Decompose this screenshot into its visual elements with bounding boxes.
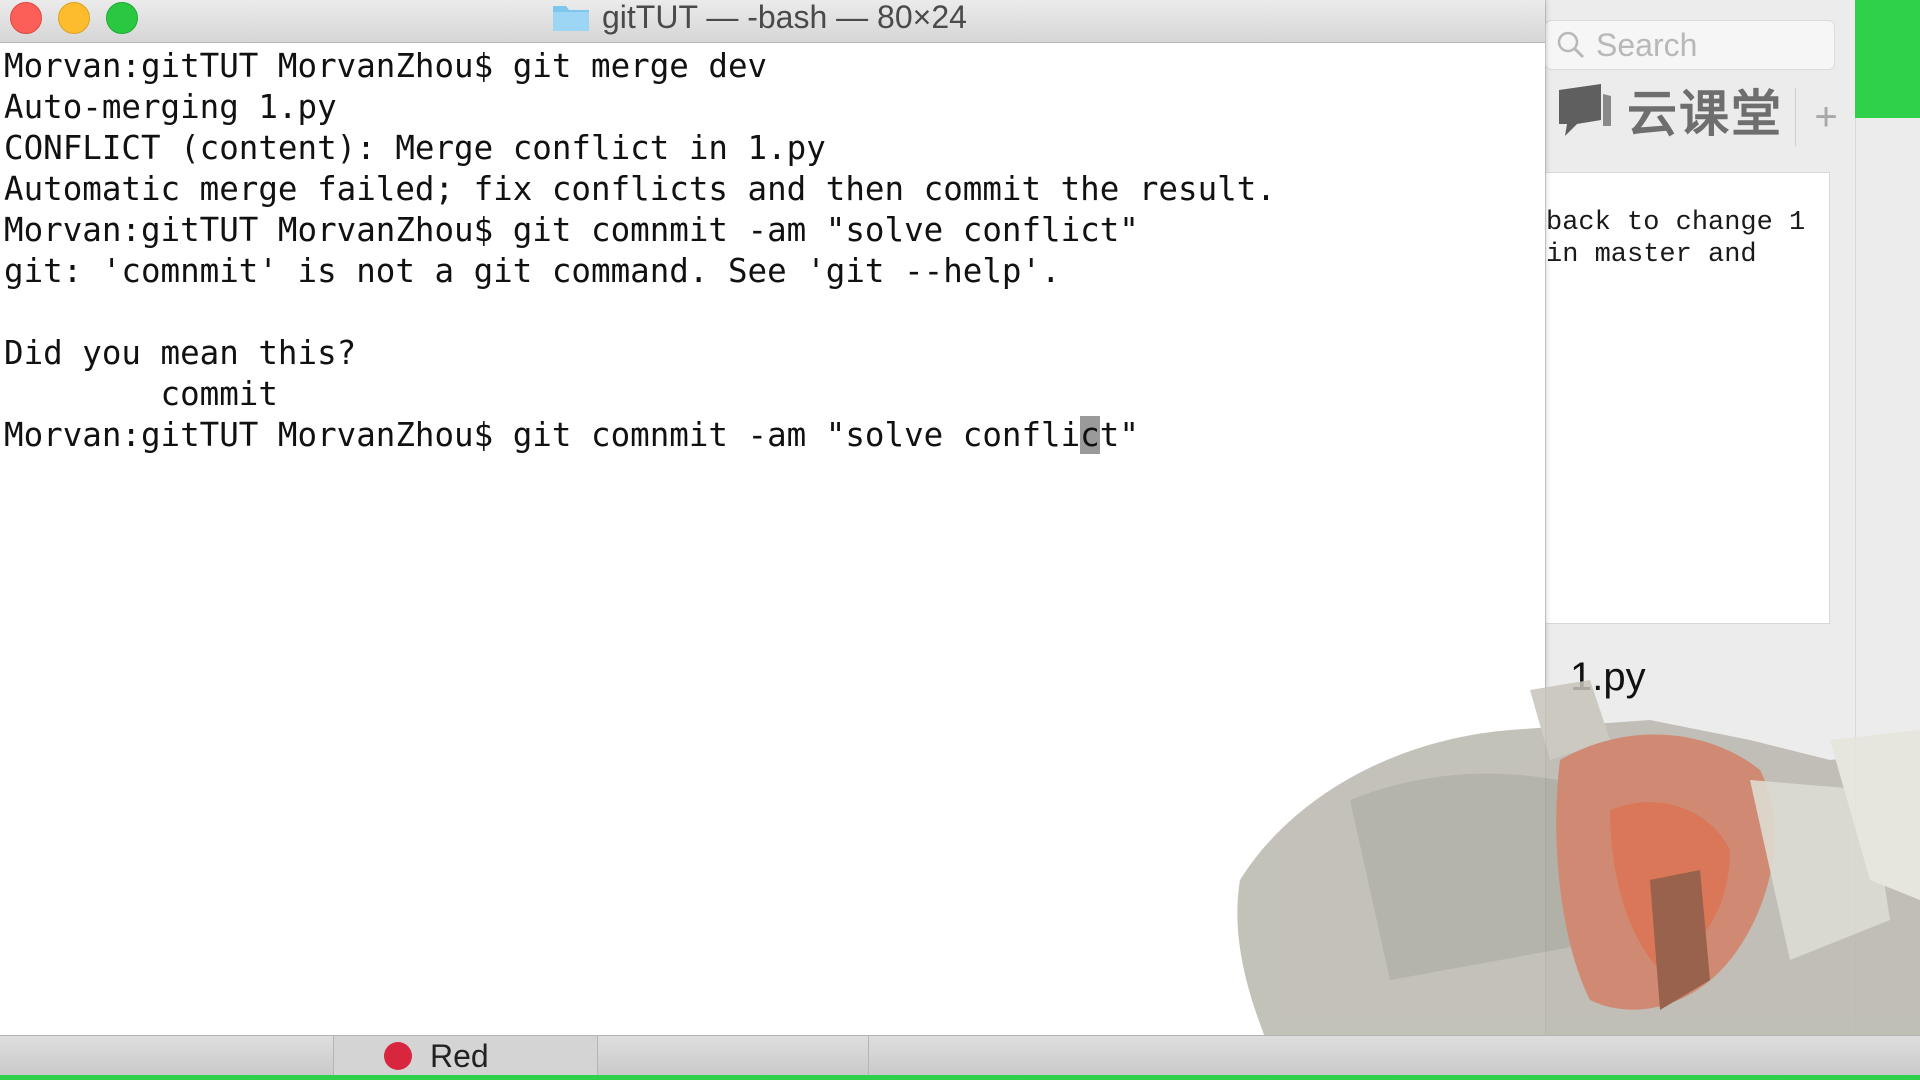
title-bar[interactable]: gitTUT — -bash — 80×24 — [0, 0, 1545, 43]
tag-red[interactable]: Red — [333, 1036, 598, 1076]
search-icon — [1557, 31, 1585, 59]
note-line: in master and — [1546, 240, 1757, 270]
chat-bubble-icon — [1559, 84, 1611, 136]
terminal-line: Morvan:gitTUT MorvanZhou$ git comnmit -a… — [4, 211, 1139, 249]
terminal-line: Auto-merging 1.py — [4, 88, 337, 126]
terminal-input-line[interactable]: Morvan:gitTUT MorvanZhou$ git comnmit -a… — [4, 415, 1535, 456]
window-title-group: gitTUT — -bash — 80×24 — [552, 0, 967, 35]
gray-window-strip — [1855, 118, 1920, 1080]
window-title: gitTUT — -bash — 80×24 — [602, 0, 967, 35]
maximize-button[interactable] — [106, 2, 138, 34]
note-card[interactable]: back to change 1 in master and — [1545, 172, 1830, 624]
search-field[interactable]: Search — [1545, 20, 1835, 70]
terminal-line: CONFLICT (content): Merge conflict in 1.… — [4, 129, 826, 167]
terminal-line: Morvan:gitTUT MorvanZhou$ git merge dev — [4, 47, 768, 85]
add-button[interactable]: + — [1795, 88, 1856, 146]
minimize-button[interactable] — [58, 2, 90, 34]
tag-label: Red — [430, 1037, 489, 1074]
text-cursor: c — [1080, 416, 1100, 454]
tab-segment[interactable] — [598, 1036, 869, 1076]
search-placeholder: Search — [1596, 26, 1698, 63]
terminal-line: Did you mean this? — [4, 334, 357, 372]
terminal-window[interactable]: gitTUT — -bash — 80×24 Morvan:gitTUT Mor… — [0, 0, 1545, 1040]
red-tag-dot-icon — [384, 1042, 412, 1070]
terminal-output[interactable]: Morvan:gitTUT MorvanZhou$ git merge dev … — [4, 46, 1535, 456]
input-text-after-cursor: t" — [1099, 416, 1139, 454]
tab-segment[interactable] — [0, 1036, 334, 1076]
bottom-accent-bar — [0, 1075, 1920, 1080]
brand-name: 云课堂 — [1627, 86, 1783, 142]
terminal-line: Automatic merge failed; fix conflicts an… — [4, 170, 1276, 208]
terminal-line: git: 'comnmit' is not a git command. See… — [4, 252, 1061, 290]
tab-bar: Red — [0, 1035, 1920, 1076]
brand-logo: 云课堂 — [1555, 80, 1783, 142]
folder-icon — [553, 6, 589, 31]
file-name-label: 1.py — [1570, 655, 1646, 699]
terminal-line: commit — [4, 375, 278, 413]
green-window-strip — [1855, 0, 1920, 118]
input-text-before-cursor: Morvan:gitTUT MorvanZhou$ git comnmit -a… — [4, 416, 1081, 454]
close-button[interactable] — [10, 2, 42, 34]
note-line: back to change 1 — [1546, 208, 1806, 238]
